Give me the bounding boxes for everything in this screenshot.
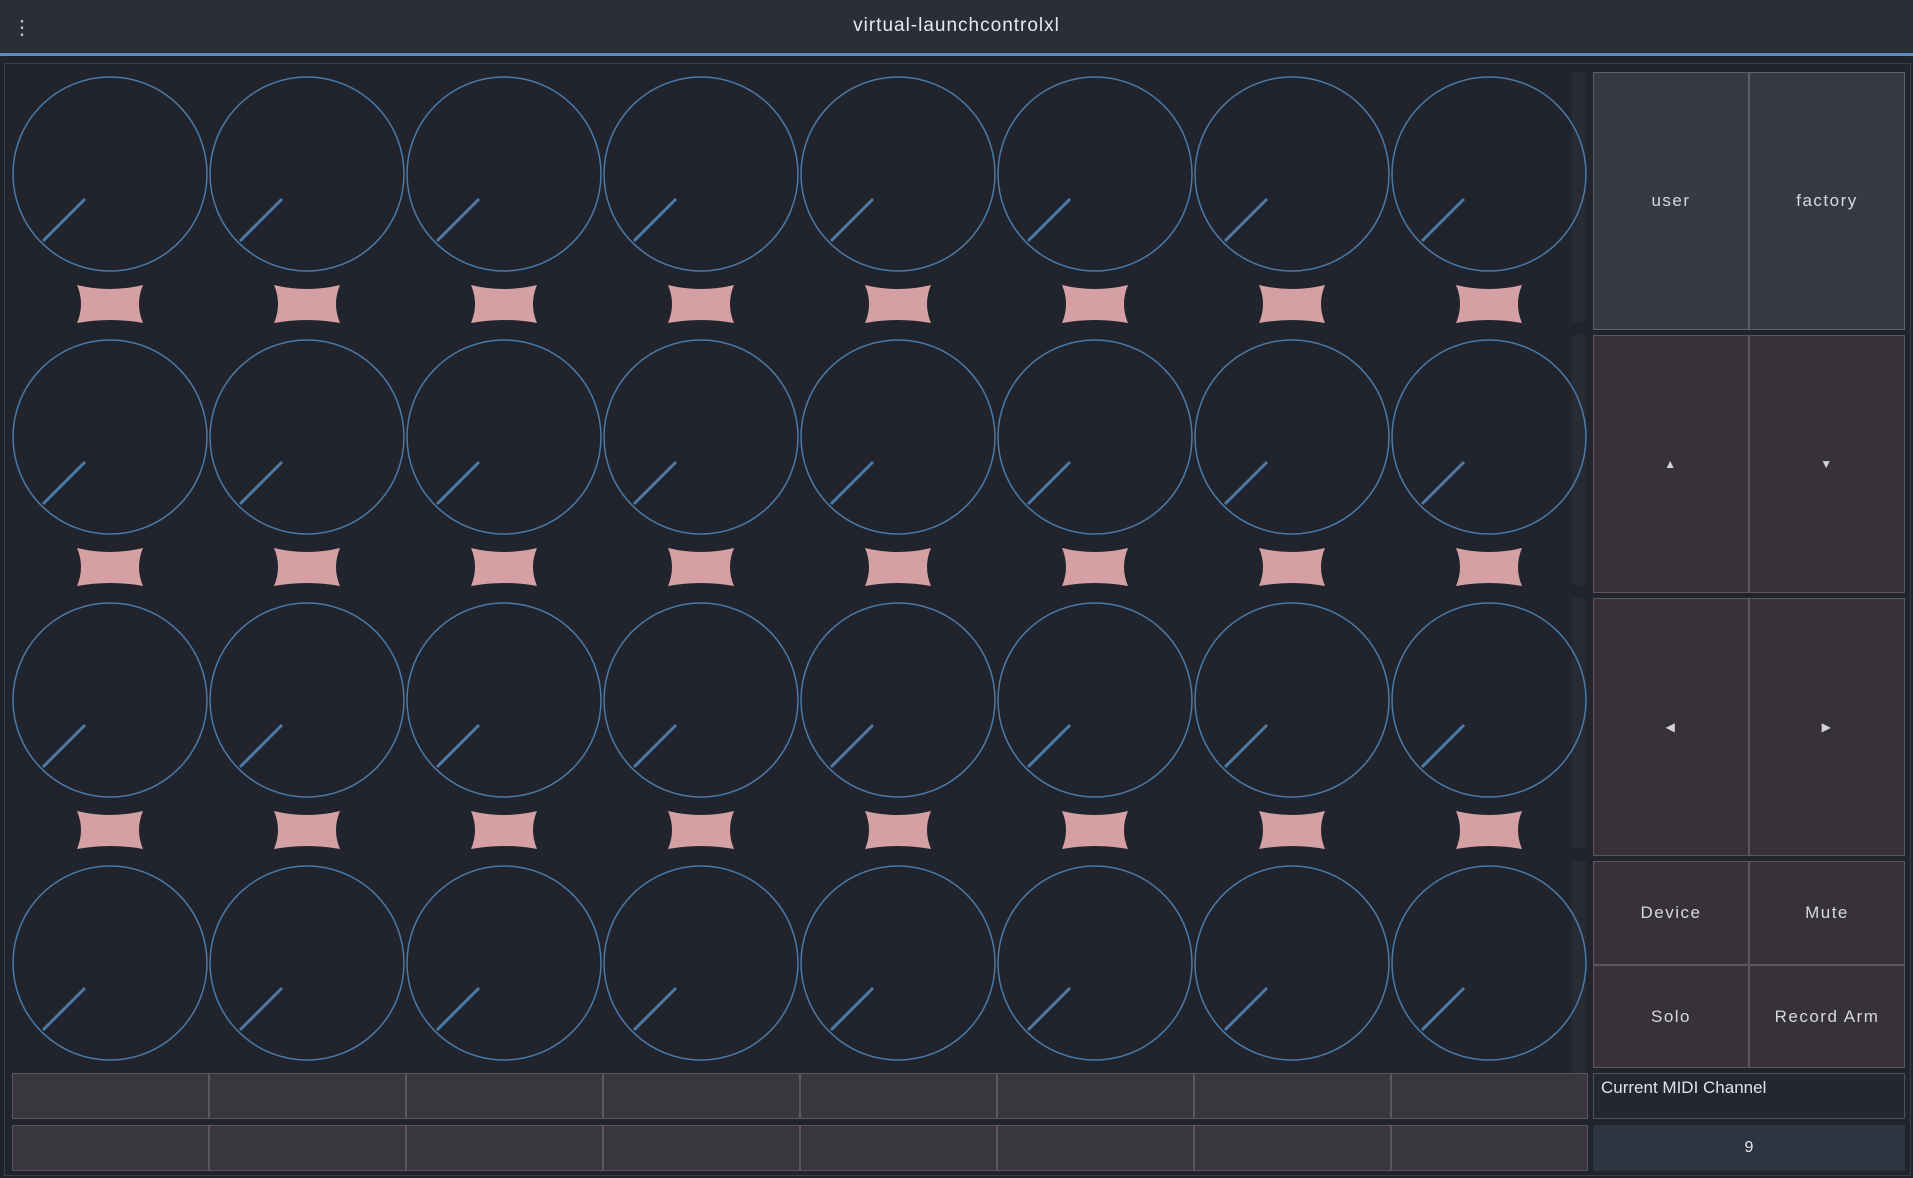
knob[interactable] [997, 865, 1193, 1061]
knob[interactable] [603, 76, 799, 272]
knob[interactable] [406, 76, 602, 272]
knob[interactable] [406, 602, 602, 798]
knob[interactable] [603, 602, 799, 798]
knob[interactable] [800, 76, 996, 272]
knob[interactable] [406, 339, 602, 535]
led-indicator [1058, 809, 1132, 851]
led-indicator [73, 283, 147, 325]
led-indicator [1255, 809, 1329, 851]
knob[interactable] [12, 76, 208, 272]
track-focus-button[interactable] [997, 1073, 1194, 1119]
led-indicator [270, 809, 344, 851]
knob[interactable] [603, 339, 799, 535]
knob[interactable] [12, 339, 208, 535]
track-focus-button[interactable] [800, 1073, 997, 1119]
led-indicator [1452, 546, 1526, 588]
led-indicator [1255, 283, 1329, 325]
track-focus-button[interactable] [603, 1073, 800, 1119]
led-indicator [664, 283, 738, 325]
user-template-label: user [1651, 191, 1691, 210]
send-down-button[interactable]: ▼ [1749, 335, 1905, 593]
knob[interactable] [1391, 339, 1587, 535]
knob[interactable] [12, 865, 208, 1061]
knob[interactable] [1194, 76, 1390, 272]
knob[interactable] [1194, 602, 1390, 798]
led-indicator [467, 809, 541, 851]
knob[interactable] [209, 339, 405, 535]
knob[interactable] [1194, 339, 1390, 535]
knob[interactable] [209, 602, 405, 798]
track-left-button[interactable]: ◀ [1593, 598, 1749, 856]
knob[interactable] [209, 76, 405, 272]
factory-template-label: factory [1796, 191, 1858, 210]
device-label: Device [1640, 903, 1702, 922]
led-indicator [467, 546, 541, 588]
led-indicator [1058, 283, 1132, 325]
up-arrow-icon: ▲ [1664, 457, 1678, 471]
led-indicator [1255, 546, 1329, 588]
track-control-button[interactable] [1391, 1125, 1588, 1171]
knob[interactable] [406, 865, 602, 1061]
led-indicator [73, 809, 147, 851]
midi-channel-number: 9 [1744, 1139, 1754, 1156]
led-indicator [664, 809, 738, 851]
track-control-button[interactable] [1194, 1125, 1391, 1171]
track-control-button[interactable] [800, 1125, 997, 1171]
knob[interactable] [1194, 865, 1390, 1061]
knob[interactable] [12, 602, 208, 798]
solo-label: Solo [1650, 1006, 1692, 1026]
track-focus-button[interactable] [406, 1073, 603, 1119]
midi-channel-value[interactable]: 9 [1593, 1125, 1905, 1171]
factory-template-button[interactable]: factory [1749, 72, 1905, 330]
knob[interactable] [997, 602, 1193, 798]
led-indicator [1058, 546, 1132, 588]
knob[interactable] [997, 76, 1193, 272]
led-indicator [861, 283, 935, 325]
track-focus-button[interactable] [209, 1073, 406, 1119]
record-arm-button[interactable]: Record Arm [1749, 965, 1905, 1068]
user-template-button[interactable]: user [1593, 72, 1749, 330]
led-indicator [467, 283, 541, 325]
knob[interactable] [800, 865, 996, 1061]
mute-button[interactable]: Mute [1749, 861, 1905, 965]
led-indicator [270, 283, 344, 325]
led-indicator [664, 546, 738, 588]
track-focus-button[interactable] [12, 1073, 209, 1119]
led-indicator [1452, 809, 1526, 851]
right-arrow-icon: ▶ [1821, 720, 1833, 734]
solo-button[interactable]: Solo [1593, 965, 1749, 1068]
knob[interactable] [997, 339, 1193, 535]
title-bar: ⋮ virtual-launchcontrolxl [0, 0, 1913, 56]
record-arm-label: Record Arm [1774, 1006, 1880, 1026]
knob[interactable] [1391, 865, 1587, 1061]
send-up-button[interactable]: ▲ [1593, 335, 1749, 593]
title-divider [0, 53, 1913, 56]
track-right-button[interactable]: ▶ [1749, 598, 1905, 856]
knob[interactable] [1391, 76, 1587, 272]
knob[interactable] [603, 865, 799, 1061]
track-control-button[interactable] [406, 1125, 603, 1171]
led-indicator [861, 809, 935, 851]
track-control-button[interactable] [12, 1125, 209, 1171]
track-control-button[interactable] [603, 1125, 800, 1171]
device-button[interactable]: Device [1593, 861, 1749, 965]
midi-channel-label: Current MIDI Channel [1593, 1073, 1905, 1119]
led-indicator [270, 546, 344, 588]
track-control-button[interactable] [209, 1125, 406, 1171]
mute-label: Mute [1805, 903, 1849, 922]
app-title: virtual-launchcontrolxl [853, 15, 1060, 36]
knob[interactable] [209, 865, 405, 1061]
track-control-button[interactable] [997, 1125, 1194, 1171]
knob[interactable] [1391, 602, 1587, 798]
left-arrow-icon: ◀ [1665, 720, 1677, 734]
down-arrow-icon: ▼ [1820, 457, 1834, 471]
led-indicator [73, 546, 147, 588]
led-indicator [1452, 283, 1526, 325]
knob[interactable] [800, 339, 996, 535]
led-indicator [861, 546, 935, 588]
track-focus-button[interactable] [1391, 1073, 1588, 1119]
track-focus-button[interactable] [1194, 1073, 1391, 1119]
knob[interactable] [800, 602, 996, 798]
